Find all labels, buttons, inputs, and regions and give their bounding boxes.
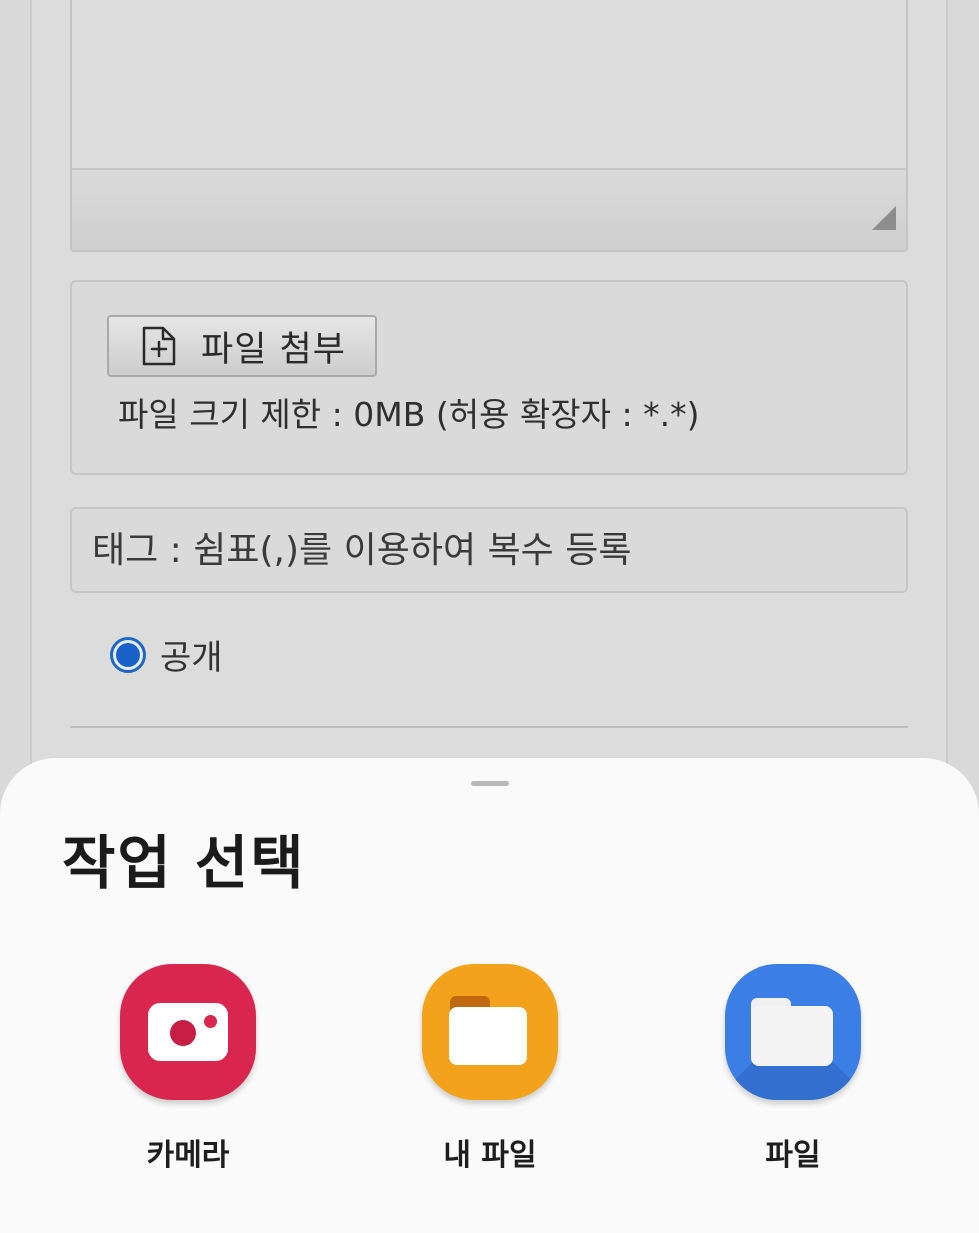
attach-file-label: 파일 첨부 (201, 329, 346, 370)
radio-selected-icon[interactable] (110, 636, 146, 673)
app-option-label: 내 파일 (443, 1138, 537, 1173)
textarea-footer (72, 170, 906, 250)
tag-input[interactable] (70, 507, 908, 593)
app-option-camera[interactable]: 카메라 (88, 964, 288, 1184)
resize-handle-icon[interactable] (872, 206, 896, 230)
visibility-public-radio[interactable]: 공개 (110, 630, 223, 679)
action-chooser-sheet: 작업 선택 카메라 내 파일 파일 (0, 758, 979, 1233)
files-app-icon[interactable] (725, 964, 861, 1100)
screen: 파일 첨부 파일 크기 제한 : 0MB (허용 확장자 : *.*) 공개 작… (0, 0, 979, 1233)
visibility-public-label: 공개 (160, 638, 223, 678)
app-option-files[interactable]: 파일 (693, 964, 893, 1184)
content-textarea[interactable] (70, 0, 908, 252)
app-option-label: 파일 (765, 1138, 821, 1173)
sheet-title: 작업 선택 (62, 829, 306, 897)
sheet-drag-handle[interactable] (471, 781, 509, 786)
file-plus-icon (142, 326, 176, 366)
attachment-section: 파일 첨부 파일 크기 제한 : 0MB (허용 확장자 : *.*) (70, 280, 908, 475)
app-option-label: 카메라 (146, 1138, 230, 1173)
app-option-my-files[interactable]: 내 파일 (390, 964, 590, 1184)
file-size-limit-text: 파일 크기 제한 : 0MB (허용 확장자 : *.*) (118, 395, 700, 434)
my-files-app-icon[interactable] (422, 964, 558, 1100)
attach-file-button[interactable]: 파일 첨부 (107, 315, 377, 377)
section-divider (70, 726, 908, 728)
camera-app-icon[interactable] (120, 964, 256, 1100)
